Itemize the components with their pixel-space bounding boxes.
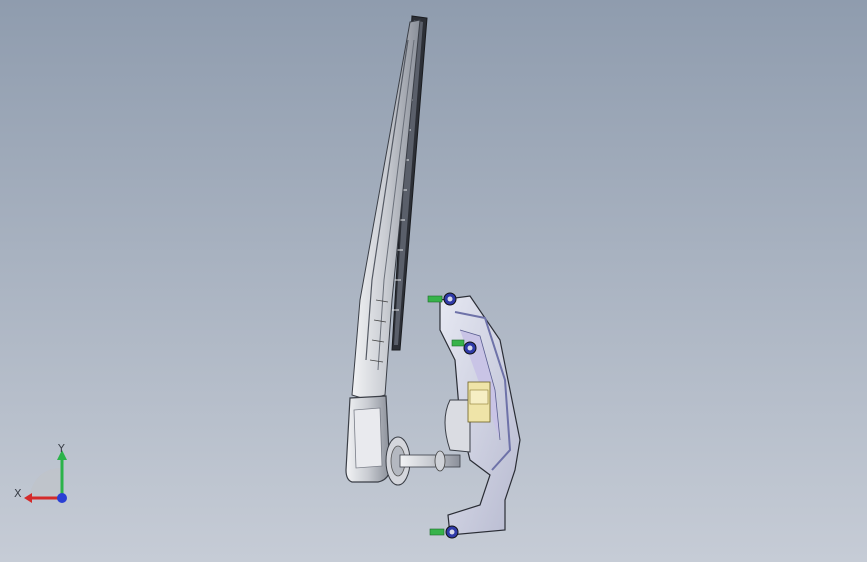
wiper-assembly-model[interactable]: [0, 0, 867, 562]
orientation-triad: Y X: [14, 442, 67, 503]
motor-bracket[interactable]: [439, 295, 521, 536]
y-axis-label: Y: [57, 442, 65, 455]
triad-quadrant: [30, 468, 60, 498]
z-axis-dot: [57, 493, 67, 503]
x-axis-label: X: [14, 487, 22, 500]
3d-viewport[interactable]: Y X: [0, 0, 867, 562]
x-axis-arrowhead: [24, 493, 32, 503]
arm-head[interactable]: [345, 395, 391, 483]
